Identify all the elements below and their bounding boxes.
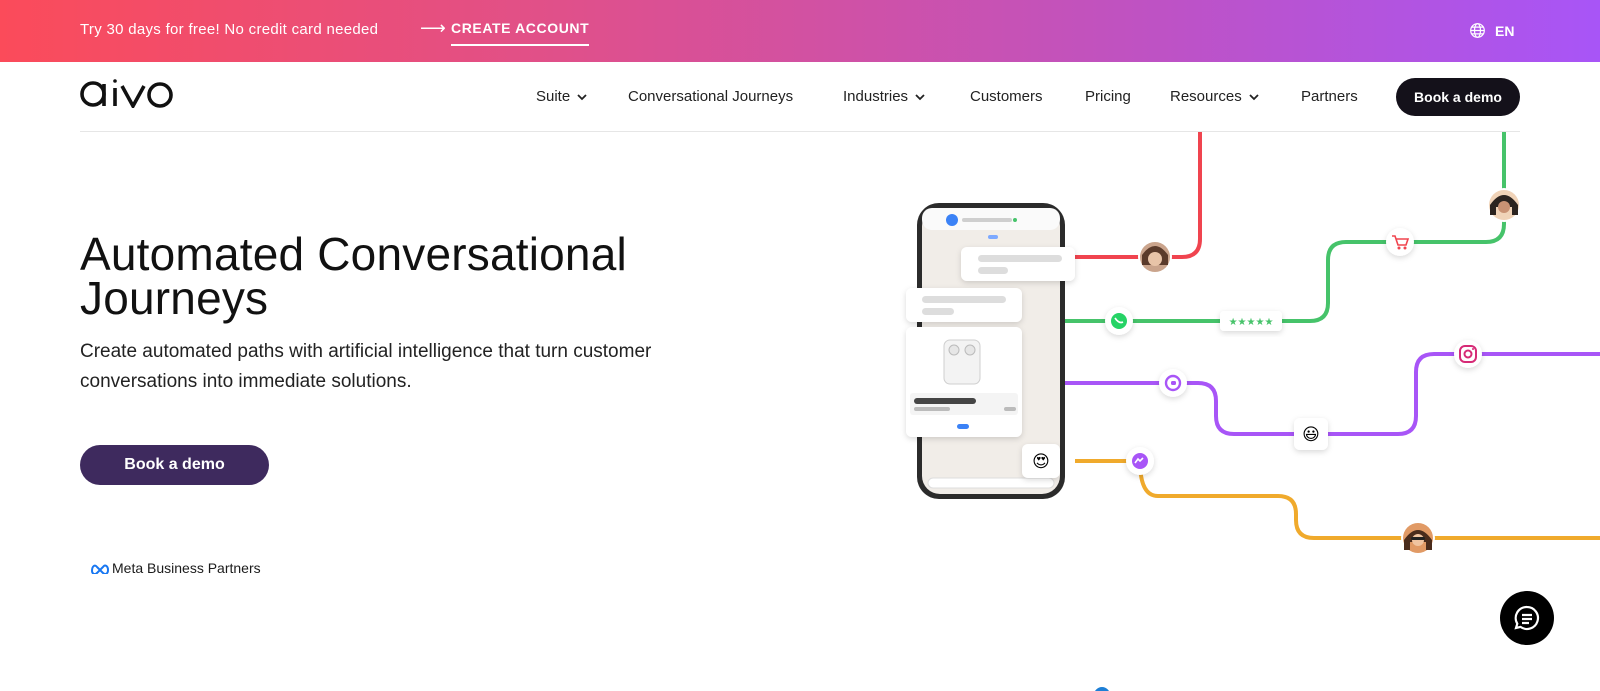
- language-label: EN: [1495, 22, 1515, 39]
- nav-partners-label: Partners: [1301, 88, 1358, 105]
- hero-title-line-2: Journeys: [80, 272, 269, 324]
- nav-conversational-journeys-label: Conversational Journeys: [628, 88, 794, 105]
- rating-stars-badge: ★★★★★: [1220, 311, 1282, 331]
- chat-icon: [1514, 605, 1540, 631]
- nav-suite[interactable]: Suite: [536, 88, 588, 105]
- red-journey-line: [1073, 132, 1202, 259]
- smiling-emoji: 😃: [1302, 425, 1320, 445]
- shopping-cart-icon: [1386, 228, 1414, 256]
- heart-eyes-emoji-icon: 😍: [1022, 444, 1060, 478]
- nav-resources[interactable]: Resources: [1170, 88, 1260, 105]
- purple-journey-line: [1063, 352, 1600, 436]
- smiling-emoji-icon: 😃: [1294, 418, 1328, 450]
- main-nav: [0, 62, 1600, 132]
- nav-partners[interactable]: Partners: [1301, 88, 1358, 105]
- aivo-logo[interactable]: [80, 76, 176, 113]
- nav-resources-label: Resources: [1170, 88, 1242, 105]
- messenger-icon: [1126, 447, 1154, 475]
- chat-bubble-top: [961, 247, 1075, 281]
- avatar-woman-1: [1138, 240, 1172, 274]
- chat-widget-button[interactable]: [1500, 591, 1554, 645]
- language-selector[interactable]: EN: [1469, 22, 1514, 39]
- promo-banner: Try 30 days for free! No credit card nee…: [0, 0, 1600, 62]
- nav-pricing-label: Pricing: [1085, 88, 1131, 105]
- chevron-down-icon: [915, 93, 925, 100]
- avatar-woman-3: [1401, 521, 1435, 555]
- meta-business-partners-badge: Meta Business Partners: [90, 560, 261, 576]
- journey-illustration: ★★★★★ 😃 😍: [906, 132, 1600, 691]
- product-card: [906, 327, 1022, 437]
- chevron-down-icon: [1249, 93, 1259, 100]
- hero-subtitle: Create automated paths with artificial i…: [80, 341, 652, 392]
- nav-pricing[interactable]: Pricing: [1085, 88, 1131, 105]
- nav-customers-label: Customers: [970, 88, 1043, 105]
- nav-conversational-journeys[interactable]: Conversational Journeys: [628, 88, 793, 105]
- globe-icon: [1470, 23, 1485, 38]
- orange-journey-line: [1075, 459, 1600, 540]
- nav-industries[interactable]: Industries: [843, 88, 926, 105]
- avatar-woman-2: [1487, 188, 1521, 222]
- decorative-dot: [1095, 687, 1109, 691]
- meta-logo-icon: [90, 564, 110, 574]
- heart-eyes-emoji: 😍: [1032, 452, 1050, 472]
- green-journey-line: [1063, 132, 1506, 323]
- promo-text: Try 30 days for free! No credit card nee…: [80, 21, 379, 38]
- meta-badge-label: Meta Business Partners: [112, 560, 261, 576]
- chevron-down-icon: [577, 93, 587, 100]
- nav-suite-label: Suite: [536, 88, 571, 105]
- arrow-right-icon: ⟶: [420, 18, 446, 38]
- instagram-icon: [1454, 340, 1482, 368]
- nav-customers[interactable]: Customers: [970, 88, 1043, 105]
- rating-stars: ★★★★★: [1229, 317, 1274, 328]
- hero-book-demo-button[interactable]: Book a demo: [80, 445, 269, 485]
- nav-industries-label: Industries: [843, 88, 909, 105]
- chat-bubble-icon: [1159, 369, 1187, 397]
- create-account-link[interactable]: CREATE ACCOUNT: [451, 20, 590, 46]
- whatsapp-icon: [1105, 307, 1133, 335]
- hero-title: Automated Conversational Journeys: [80, 231, 627, 321]
- nav-book-demo-button[interactable]: Book a demo: [1396, 78, 1520, 116]
- chat-bubble-mid: [906, 288, 1022, 322]
